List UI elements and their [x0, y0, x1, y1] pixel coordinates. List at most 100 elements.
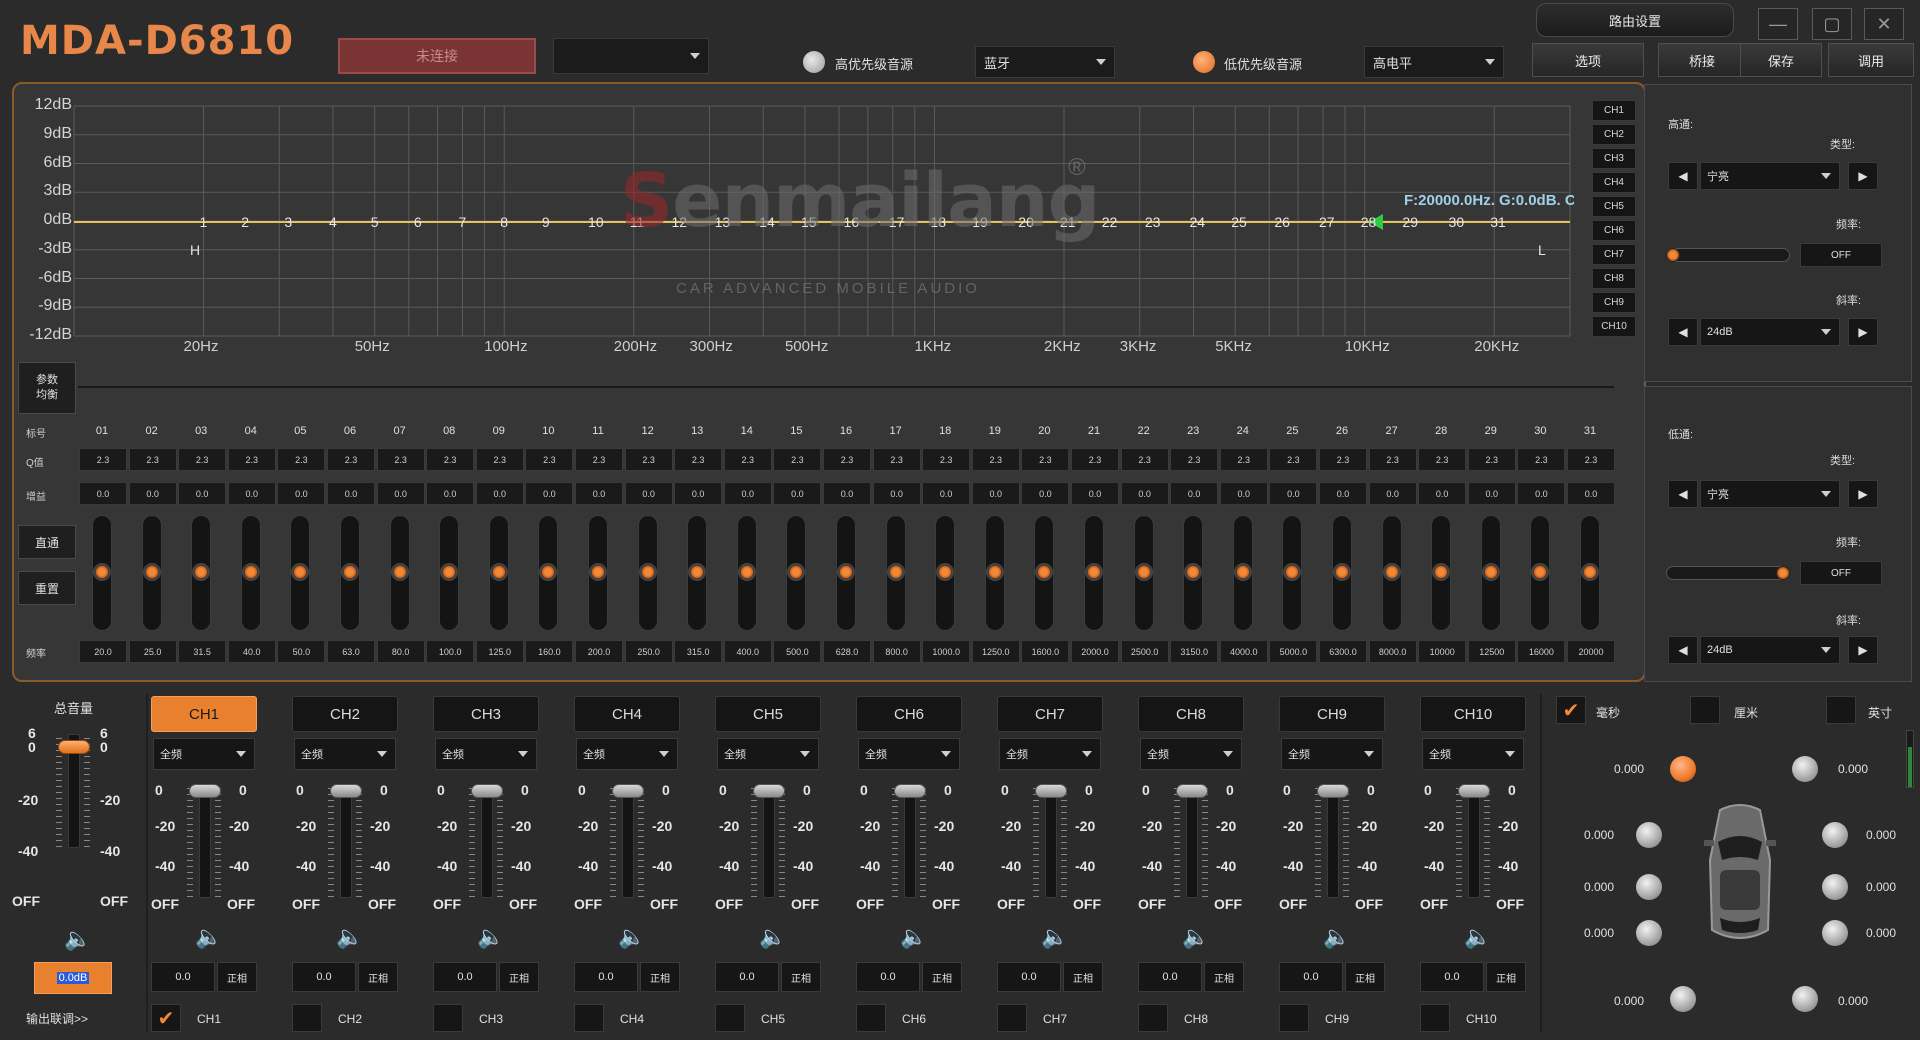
- channel-volume-knob[interactable]: [1035, 784, 1067, 798]
- unit-inch-checkbox[interactable]: [1826, 696, 1856, 724]
- band-q-input[interactable]: 2.3: [773, 448, 822, 471]
- band-freq-input[interactable]: 800.0: [872, 640, 921, 663]
- speaker-position-knob[interactable]: [1636, 822, 1662, 848]
- channel-volume-slider[interactable]: [1186, 784, 1198, 898]
- band-gain-input[interactable]: 0.0: [178, 482, 227, 505]
- eq-channel-tab-1[interactable]: CH1: [1592, 100, 1636, 121]
- channel-phase-button[interactable]: 正相: [1204, 962, 1244, 992]
- band-freq-input[interactable]: 250.0: [624, 640, 673, 663]
- band-gain-knob[interactable]: [489, 563, 508, 581]
- highpass-slope-prev[interactable]: ◀: [1668, 318, 1698, 346]
- band-gain-input[interactable]: 0.0: [128, 482, 177, 505]
- channel-link-checkbox[interactable]: [856, 1004, 886, 1032]
- highpass-freq-value[interactable]: OFF: [1800, 243, 1882, 267]
- channel-link-checkbox[interactable]: [1420, 1004, 1450, 1032]
- eq-channel-tab-9[interactable]: CH9: [1592, 292, 1636, 313]
- speaker-position-knob[interactable]: [1670, 986, 1696, 1012]
- channel-mode-select[interactable]: 全频: [294, 738, 396, 770]
- band-freq-input[interactable]: 10000: [1418, 640, 1467, 663]
- channel-volume-knob[interactable]: [753, 784, 785, 798]
- highpass-type-next[interactable]: ▶: [1848, 162, 1878, 190]
- channel-link-checkbox[interactable]: [997, 1004, 1027, 1032]
- channel-mode-select[interactable]: 全频: [435, 738, 537, 770]
- band-freq-input[interactable]: 20000: [1567, 640, 1615, 663]
- band-q-input[interactable]: 2.3: [624, 448, 673, 471]
- eq-channel-tab-3[interactable]: CH3: [1592, 148, 1636, 169]
- channel-gain-input[interactable]: 0.0: [1279, 962, 1343, 992]
- band-gain-knob[interactable]: [1233, 563, 1252, 581]
- channel-tab-5[interactable]: CH5: [715, 696, 821, 732]
- master-speaker-icon[interactable]: 🔈: [64, 926, 91, 952]
- band-q-input[interactable]: 2.3: [79, 448, 127, 471]
- band-marker[interactable]: 8: [500, 214, 508, 230]
- band-freq-input[interactable]: 31.5: [178, 640, 227, 663]
- band-q-input[interactable]: 2.3: [1418, 448, 1467, 471]
- band-freq-input[interactable]: 628.0: [823, 640, 871, 663]
- band-q-input[interactable]: 2.3: [475, 448, 524, 471]
- unit-cm-checkbox[interactable]: [1690, 696, 1720, 724]
- lowpass-type-prev[interactable]: ◀: [1668, 480, 1698, 508]
- lowpass-type-select[interactable]: 宁亮: [1700, 480, 1840, 508]
- master-volume-input[interactable]: 0.0dB: [34, 962, 112, 994]
- channel-volume-slider[interactable]: [340, 784, 352, 898]
- channel-volume-slider[interactable]: [904, 784, 916, 898]
- channel-tab-1[interactable]: CH1: [151, 696, 257, 732]
- speaker-position-knob[interactable]: [1822, 920, 1848, 946]
- band-marker[interactable]: 1: [200, 214, 208, 230]
- band-q-input[interactable]: 2.3: [1071, 448, 1119, 471]
- highpass-slope-next[interactable]: ▶: [1848, 318, 1878, 346]
- eq-channel-tab-5[interactable]: CH5: [1592, 196, 1636, 217]
- band-q-input[interactable]: 2.3: [971, 448, 1020, 471]
- band-gain-input[interactable]: 0.0: [79, 482, 127, 505]
- band-gain-knob[interactable]: [93, 563, 111, 581]
- band-q-input[interactable]: 2.3: [1368, 448, 1417, 471]
- band-gain-input[interactable]: 0.0: [575, 482, 623, 505]
- band-q-input[interactable]: 2.3: [872, 448, 921, 471]
- band-q-input[interactable]: 2.3: [575, 448, 623, 471]
- band-freq-input[interactable]: 12500: [1467, 640, 1516, 663]
- minimize-button[interactable]: —: [1758, 8, 1798, 40]
- band-gain-input[interactable]: 0.0: [426, 482, 475, 505]
- highpass-type-prev[interactable]: ◀: [1668, 162, 1698, 190]
- band-q-input[interactable]: 2.3: [227, 448, 276, 471]
- channel-link-checkbox[interactable]: ✔: [151, 1004, 181, 1032]
- eq-channel-tab-2[interactable]: CH2: [1592, 124, 1636, 145]
- band-freq-input[interactable]: 16000: [1517, 640, 1566, 663]
- speaker-position-knob[interactable]: [1670, 756, 1696, 782]
- channel-volume-knob[interactable]: [471, 784, 503, 798]
- high-priority-radio[interactable]: [803, 51, 825, 73]
- band-marker[interactable]: 9: [542, 214, 550, 230]
- band-q-input[interactable]: 2.3: [525, 448, 574, 471]
- band-marker[interactable]: 31: [1490, 214, 1506, 230]
- channel-volume-knob[interactable]: [1176, 784, 1208, 798]
- band-q-input[interactable]: 2.3: [1021, 448, 1070, 471]
- band-gain-input[interactable]: 0.0: [327, 482, 375, 505]
- band-marker[interactable]: 29: [1402, 214, 1418, 230]
- band-gain-input[interactable]: 0.0: [1319, 482, 1367, 505]
- band-gain-input[interactable]: 0.0: [1021, 482, 1070, 505]
- band-q-input[interactable]: 2.3: [327, 448, 375, 471]
- channel-gain-input[interactable]: 0.0: [292, 962, 356, 992]
- channel-mode-select[interactable]: 全频: [999, 738, 1101, 770]
- channel-gain-input[interactable]: 0.0: [574, 962, 638, 992]
- lowpass-type-next[interactable]: ▶: [1848, 480, 1878, 508]
- channel-gain-input[interactable]: 0.0: [997, 962, 1061, 992]
- low-priority-radio[interactable]: [1193, 51, 1215, 73]
- eq-channel-tab-6[interactable]: CH6: [1592, 220, 1636, 241]
- band-gain-knob[interactable]: [142, 563, 161, 581]
- band-gain-input[interactable]: 0.0: [1368, 482, 1417, 505]
- band-q-input[interactable]: 2.3: [376, 448, 425, 471]
- band-gain-input[interactable]: 0.0: [971, 482, 1020, 505]
- band-q-input[interactable]: 2.3: [1120, 448, 1169, 471]
- channel-volume-slider[interactable]: [1327, 784, 1339, 898]
- lowpass-slope-select[interactable]: 24dB: [1700, 636, 1840, 664]
- channel-gain-input[interactable]: 0.0: [715, 962, 779, 992]
- band-gain-knob[interactable]: [1481, 563, 1500, 581]
- channel-volume-slider[interactable]: [1045, 784, 1057, 898]
- band-freq-input[interactable]: 125.0: [475, 640, 524, 663]
- band-freq-input[interactable]: 1600.0: [1021, 640, 1070, 663]
- channel-link-checkbox[interactable]: [292, 1004, 322, 1032]
- speaker-position-knob[interactable]: [1792, 756, 1818, 782]
- channel-gain-input[interactable]: 0.0: [433, 962, 497, 992]
- band-gain-input[interactable]: 0.0: [1219, 482, 1268, 505]
